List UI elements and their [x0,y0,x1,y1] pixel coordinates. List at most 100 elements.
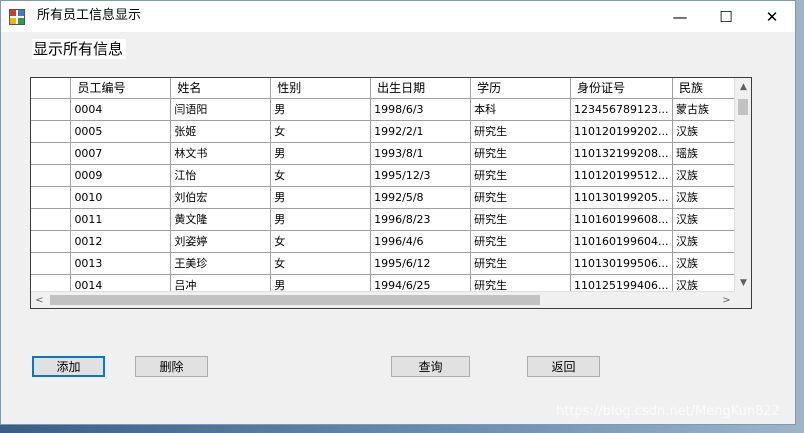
table-cell[interactable]: 研究生 [470,208,571,231]
table-row[interactable]: 0004 闫语阳男 1998/6/3 本科 123456789123... 蒙古族 [31,98,735,121]
table-cell[interactable]: 110160199608... [570,208,673,231]
close-button[interactable]: ✕ [749,1,795,32]
table-cell[interactable]: 王美珍 [170,252,272,275]
column-header[interactable]: 出生日期 [370,78,472,99]
table-cell[interactable]: 汉族 [672,120,735,143]
table-cell[interactable]: 研究生 [470,230,571,253]
scroll-up-arrow-icon[interactable]: ▲ [735,78,751,95]
table-cell[interactable]: 江怡 [170,164,272,187]
row-header[interactable] [31,208,72,231]
table-cell[interactable]: 110120199512... [570,164,673,187]
table-cell[interactable]: 蒙古族 [672,98,735,121]
table-cell[interactable]: 汉族 [672,230,735,253]
employee-data-grid[interactable]: 员工编号 姓名 性别 出生日期 学历 身份证号 民族 0004 闫语阳男 1998/6/3 本科 1… [30,77,752,309]
row-header[interactable] [31,274,72,291]
table-cell[interactable]: 汉族 [672,252,735,275]
maximize-button[interactable]: ☐ [703,1,749,32]
table-cell[interactable]: 123456789123... [570,98,673,121]
table-cell[interactable]: 男 [270,208,372,231]
table-cell[interactable]: 刘伯宏 [170,186,272,209]
table-cell[interactable]: 1992/5/8 [370,186,472,209]
table-cell[interactable]: 吕冲 [170,274,272,291]
column-header[interactable]: 姓名 [170,78,272,99]
table-cell[interactable]: 0005 [70,120,172,143]
table-cell[interactable]: 本科 [470,98,571,121]
table-row[interactable]: 0011 黄文隆男 1996/8/23 研究生 110160199608... 汉族 [31,208,735,231]
table-cell[interactable]: 汉族 [672,274,735,291]
row-header[interactable] [31,120,72,143]
table-cell[interactable]: 1996/4/6 [370,230,472,253]
table-cell[interactable]: 汉族 [672,164,735,187]
row-header[interactable] [31,164,72,187]
table-cell[interactable]: 1993/8/1 [370,142,472,165]
table-cell[interactable]: 1996/8/23 [370,208,472,231]
table-row[interactable]: 0013 王美珍女 1995/6/12 研究生 110130199506... 汉族 [31,252,735,275]
column-header[interactable]: 身份证号 [570,78,673,99]
title-bar[interactable]: 所有员工信息显示 — ☐ ✕ [1,1,795,32]
table-cell[interactable]: 110132199208... [570,142,673,165]
row-header-corner[interactable] [31,78,72,99]
table-cell[interactable]: 瑶族 [672,142,735,165]
table-cell[interactable]: 研究生 [470,142,571,165]
table-cell[interactable]: 男 [270,186,372,209]
back-button[interactable]: 返回 [527,356,600,377]
table-cell[interactable]: 1994/6/25 [370,274,472,291]
horizontal-scrollbar[interactable]: < > [31,291,735,308]
minimize-button[interactable]: — [657,1,703,32]
table-cell[interactable]: 男 [270,142,372,165]
vertical-scrollbar[interactable]: ▲ ▼ [734,78,751,291]
table-cell[interactable]: 1998/6/3 [370,98,472,121]
table-cell[interactable]: 女 [270,230,372,253]
table-row[interactable]: 0010 刘伯宏男 1992/5/8 研究生 110130199205... 汉族 [31,186,735,209]
scroll-down-arrow-icon[interactable]: ▼ [735,274,751,291]
row-header[interactable] [31,186,72,209]
vertical-scroll-thumb[interactable] [738,99,748,115]
column-header[interactable]: 学历 [470,78,571,99]
table-cell[interactable]: 张姬 [170,120,272,143]
table-cell[interactable]: 汉族 [672,208,735,231]
table-cell[interactable]: 0012 [70,230,172,253]
table-cell[interactable]: 0014 [70,274,172,291]
table-cell[interactable]: 闫语阳 [170,98,272,121]
row-header[interactable] [31,142,72,165]
table-row[interactable]: 0005 张姬女 1992/2/1 研究生 110120199202... 汉族 [31,120,735,143]
column-header[interactable]: 民族 [672,78,735,99]
table-cell[interactable]: 女 [270,120,372,143]
table-cell[interactable]: 黄文隆 [170,208,272,231]
table-row[interactable]: 0009 江怡女 1995/12/3 研究生 110120199512... 汉族 [31,164,735,187]
table-cell[interactable]: 刘姿婷 [170,230,272,253]
table-cell[interactable]: 女 [270,252,372,275]
table-cell[interactable]: 110160199604... [570,230,673,253]
table-cell[interactable]: 110130199506... [570,252,673,275]
table-row[interactable]: 0012 刘姿婷女 1996/4/6 研究生 110160199604... 汉族 [31,230,735,253]
scroll-left-arrow-icon[interactable]: < [31,292,48,308]
add-button[interactable]: 添加 [32,356,105,377]
table-cell[interactable]: 女 [270,164,372,187]
table-cell[interactable]: 110120199202... [570,120,673,143]
table-cell[interactable]: 1995/6/12 [370,252,472,275]
table-cell[interactable]: 研究生 [470,274,571,291]
table-cell[interactable]: 男 [270,98,372,121]
table-cell[interactable]: 0007 [70,142,172,165]
scroll-right-arrow-icon[interactable]: > [718,292,735,308]
table-cell[interactable]: 研究生 [470,120,571,143]
column-header[interactable]: 性别 [270,78,372,99]
table-cell[interactable]: 1992/2/1 [370,120,472,143]
table-cell[interactable]: 0013 [70,252,172,275]
table-cell[interactable]: 汉族 [672,186,735,209]
table-cell[interactable]: 研究生 [470,252,571,275]
row-header[interactable] [31,230,72,253]
table-cell[interactable]: 林文书 [170,142,272,165]
delete-button[interactable]: 删除 [135,356,208,377]
row-header[interactable] [31,252,72,275]
table-cell[interactable]: 男 [270,274,372,291]
query-button[interactable]: 查询 [391,356,470,377]
table-cell[interactable]: 0010 [70,186,172,209]
table-cell[interactable]: 0009 [70,164,172,187]
table-cell[interactable]: 0004 [70,98,172,121]
table-cell[interactable]: 110130199205... [570,186,673,209]
table-cell[interactable]: 研究生 [470,186,571,209]
table-row[interactable]: 0014 吕冲男 1994/6/25 研究生 110125199406... 汉族 [31,274,735,291]
horizontal-scroll-thumb[interactable] [50,295,540,305]
table-cell[interactable]: 110125199406... [570,274,673,291]
